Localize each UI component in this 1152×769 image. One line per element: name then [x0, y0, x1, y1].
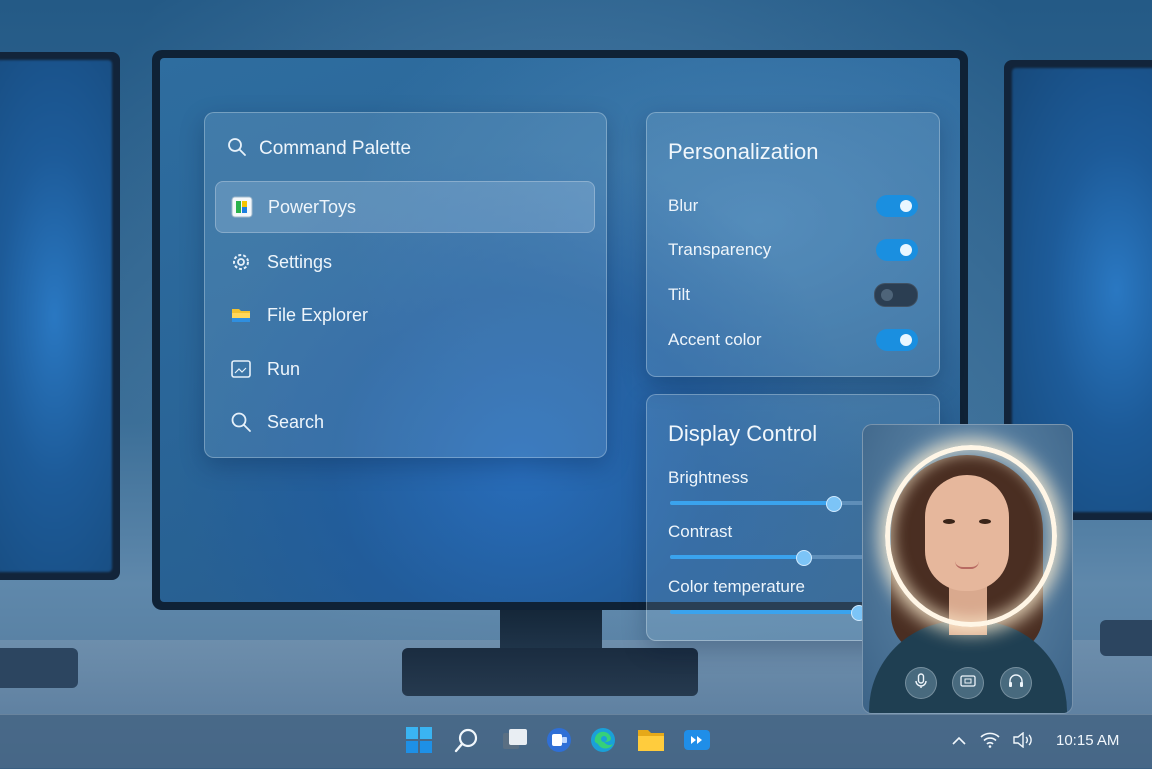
wifi-icon	[980, 732, 1000, 753]
palette-item-search[interactable]: Search	[215, 397, 593, 447]
screen-share-icon	[960, 674, 976, 693]
slider-fill	[670, 555, 803, 559]
slider-thumb[interactable]	[795, 550, 812, 566]
camera-preview-card	[862, 424, 1073, 714]
tilt-toggle[interactable]	[874, 283, 918, 307]
toggle-row-transparency: Transparency	[668, 238, 918, 262]
accent-color-toggle[interactable]	[876, 329, 918, 351]
slider-thumb[interactable]	[825, 496, 842, 512]
personalization-panel: Personalization Blur Transparency Tilt A…	[646, 112, 940, 377]
file-explorer-icon	[637, 727, 665, 758]
slider-fill	[670, 501, 833, 505]
network-button[interactable]	[979, 732, 1001, 752]
show-hidden-icons-button[interactable]	[948, 732, 970, 752]
command-palette-search[interactable]: Command Palette	[227, 137, 411, 161]
toggle-label: Transparency	[668, 240, 772, 259]
task-view-button[interactable]	[500, 727, 530, 757]
taskbar-clock[interactable]: 10:15 AM	[1056, 732, 1119, 749]
slider-label: Contrast	[668, 522, 733, 541]
headset-icon	[1008, 673, 1024, 693]
left-monitor	[0, 52, 120, 580]
chevron-up-icon	[952, 733, 966, 751]
toggle-label: Accent color	[668, 330, 762, 349]
microphone-icon	[914, 672, 928, 694]
media-player-button[interactable]	[682, 727, 712, 757]
monitor-stand-base	[402, 648, 698, 696]
toggle-knob	[881, 289, 893, 301]
folder-icon	[230, 304, 252, 326]
chat-button[interactable]	[544, 727, 574, 757]
edge-button[interactable]	[588, 727, 618, 757]
slider-label: Color temperature	[668, 577, 806, 596]
microphone-button[interactable]	[905, 667, 937, 699]
headset-button[interactable]	[1000, 667, 1032, 699]
palette-item-settings[interactable]: Settings	[215, 237, 593, 287]
blur-toggle[interactable]	[876, 195, 918, 217]
search-icon	[227, 137, 247, 162]
display-control-title: Display Control	[668, 421, 818, 446]
volume-button[interactable]	[1012, 731, 1034, 753]
transparency-toggle[interactable]	[876, 239, 918, 261]
toggle-label: Tilt	[668, 285, 691, 304]
start-button[interactable]	[404, 726, 434, 759]
palette-item-label: Run	[267, 358, 301, 379]
palette-item-label: Settings	[267, 251, 333, 272]
task-view-icon	[502, 727, 528, 758]
right-monitor-stand	[1100, 620, 1152, 656]
left-monitor-screen	[0, 60, 112, 572]
media-player-icon	[683, 728, 711, 757]
chat-icon	[545, 726, 573, 759]
command-palette-title: Command Palette	[259, 138, 412, 159]
slider-fill	[670, 610, 858, 614]
toggle-row-tilt: Tilt	[668, 283, 918, 307]
ring-light	[885, 445, 1057, 627]
toggle-label: Blur	[668, 196, 699, 215]
palette-item-powertoys[interactable]: PowerToys	[215, 181, 595, 233]
command-palette: Command Palette PowerToys Settings File …	[204, 112, 607, 458]
taskbar: 10:15 AM	[0, 714, 1152, 769]
search-icon	[454, 727, 480, 758]
palette-item-run[interactable]: Run	[215, 344, 593, 394]
windows-start-icon	[405, 726, 433, 759]
toggle-knob	[900, 334, 912, 346]
left-monitor-stand	[0, 648, 78, 688]
toggle-knob	[900, 244, 912, 256]
palette-item-label: PowerToys	[268, 196, 357, 217]
gear-icon	[230, 251, 252, 273]
toggle-row-accent-color: Accent color	[668, 328, 918, 352]
toggle-knob	[900, 200, 912, 212]
file-explorer-button[interactable]	[636, 727, 666, 757]
personalization-title: Personalization	[668, 139, 819, 164]
palette-item-file-explorer[interactable]: File Explorer	[215, 290, 593, 340]
taskbar-search-button[interactable]	[452, 727, 482, 757]
volume-icon	[1012, 731, 1034, 753]
edge-icon	[589, 726, 617, 759]
toggle-row-blur: Blur	[668, 194, 918, 218]
powertoys-icon	[231, 196, 253, 218]
slider-label: Brightness	[668, 468, 749, 487]
run-icon	[230, 358, 252, 380]
search-icon	[230, 411, 252, 433]
palette-item-label: Search	[267, 411, 325, 432]
screen-share-button[interactable]	[952, 667, 984, 699]
palette-item-label: File Explorer	[267, 304, 369, 325]
